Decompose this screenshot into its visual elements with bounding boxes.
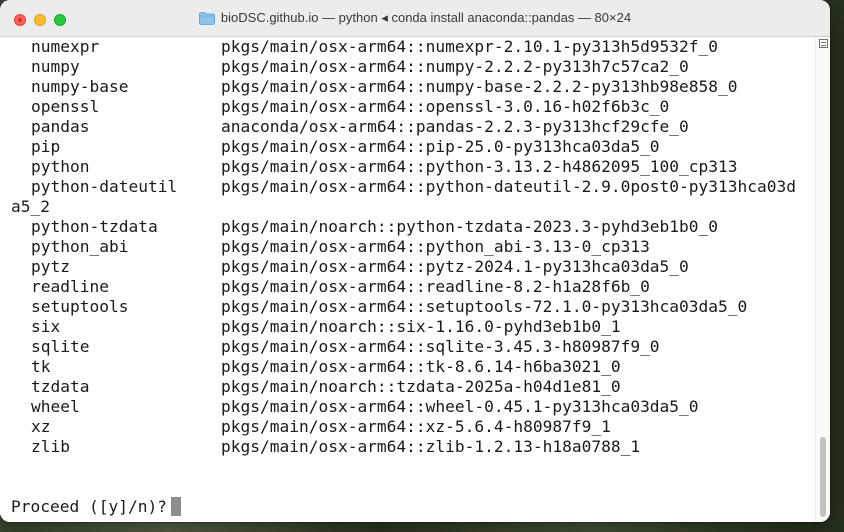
scrollbar-thumb[interactable] xyxy=(820,437,826,517)
package-spec: pkgs/main/osx-arm64::zlib-1.2.13-h18a078… xyxy=(221,437,641,456)
package-spec: pkgs/main/osx-arm64::pip-25.0-py313hca03… xyxy=(221,137,660,156)
package-name: setuptools xyxy=(31,297,129,316)
package-spec: pkgs/main/osx-arm64::sqlite-3.45.3-h8098… xyxy=(221,337,660,356)
package-spec: pkgs/main/osx-arm64::numpy-2.2.2-py313h7… xyxy=(221,57,689,76)
text-cursor[interactable] xyxy=(170,497,181,516)
package-spec: pkgs/main/noarch::tzdata-2025a-h04d1e81_… xyxy=(221,377,621,396)
package-spec: pkgs/main/osx-arm64::python-dateutil-2.9… xyxy=(221,177,796,196)
package-name: python xyxy=(31,157,90,176)
package-name: openssl xyxy=(31,97,100,116)
package-name: zlib xyxy=(31,437,70,456)
package-name: tzdata xyxy=(31,377,90,396)
package-name: python-dateutil xyxy=(31,177,178,196)
prompt-text: Proceed ([y]/n)? xyxy=(11,497,167,516)
wrapped-text: a5_2 xyxy=(11,197,50,216)
terminal-output[interactable]: numexpr pkgs/main/osx-arm64::numexpr-2.10… xyxy=(0,37,816,522)
scrollbar[interactable] xyxy=(815,37,830,522)
package-spec: pkgs/main/osx-arm64::openssl-3.0.16-h02f… xyxy=(221,97,670,116)
package-spec: pkgs/main/osx-arm64::setuptools-72.1.0-p… xyxy=(221,297,748,316)
package-name: python-tzdata xyxy=(31,217,158,236)
package-spec: pkgs/main/osx-arm64::numpy-base-2.2.2-py… xyxy=(221,77,738,96)
package-spec: pkgs/main/osx-arm64::wheel-0.45.1-py313h… xyxy=(221,397,699,416)
package-spec: pkgs/main/osx-arm64::xz-5.6.4-h80987f9_1 xyxy=(221,417,611,436)
package-name: readline xyxy=(31,277,109,296)
confirm-prompt: Proceed ([y]/n)? xyxy=(11,497,181,517)
package-name: sqlite xyxy=(31,337,90,356)
package-name: pytz xyxy=(31,257,70,276)
terminal-window: bioDSC.github.io — python ◂ conda instal… xyxy=(0,0,830,522)
title-bar[interactable]: bioDSC.github.io — python ◂ conda instal… xyxy=(0,0,830,37)
package-name: pandas xyxy=(31,117,90,136)
package-spec: pkgs/main/osx-arm64::tk-8.6.14-h6ba3021_… xyxy=(221,357,621,376)
package-spec: pkgs/main/osx-arm64::numexpr-2.10.1-py31… xyxy=(221,37,719,56)
package-spec: pkgs/main/osx-arm64::python_abi-3.13-0_c… xyxy=(221,237,650,256)
package-name: numpy xyxy=(31,57,80,76)
window-title: bioDSC.github.io — python ◂ conda instal… xyxy=(220,10,632,25)
package-name: wheel xyxy=(31,397,80,416)
package-spec: pkgs/main/osx-arm64::python-3.13.2-h4862… xyxy=(221,157,738,176)
package-spec: pkgs/main/osx-arm64::readline-8.2-h1a28f… xyxy=(221,277,650,296)
package-spec: pkgs/main/osx-arm64::pytz-2024.1-py313hc… xyxy=(221,257,689,276)
package-name: numexpr xyxy=(31,37,100,56)
package-spec: pkgs/main/noarch::six-1.16.0-pyhd3eb1b0_… xyxy=(221,317,621,336)
package-name: tk xyxy=(31,357,51,376)
package-spec: anaconda/osx-arm64::pandas-2.2.3-py313hc… xyxy=(221,117,689,136)
package-name: xz xyxy=(31,417,51,436)
window-title-wrap: bioDSC.github.io — python ◂ conda instal… xyxy=(0,0,830,36)
package-name: six xyxy=(31,317,61,336)
package-name: pip xyxy=(31,137,61,156)
folder-icon xyxy=(199,11,215,25)
package-spec: pkgs/main/noarch::python-tzdata-2023.3-p… xyxy=(221,217,719,236)
package-name: python_abi xyxy=(31,237,129,256)
package-name: numpy-base xyxy=(31,77,129,96)
scrollbar-menu-icon[interactable] xyxy=(819,39,828,48)
